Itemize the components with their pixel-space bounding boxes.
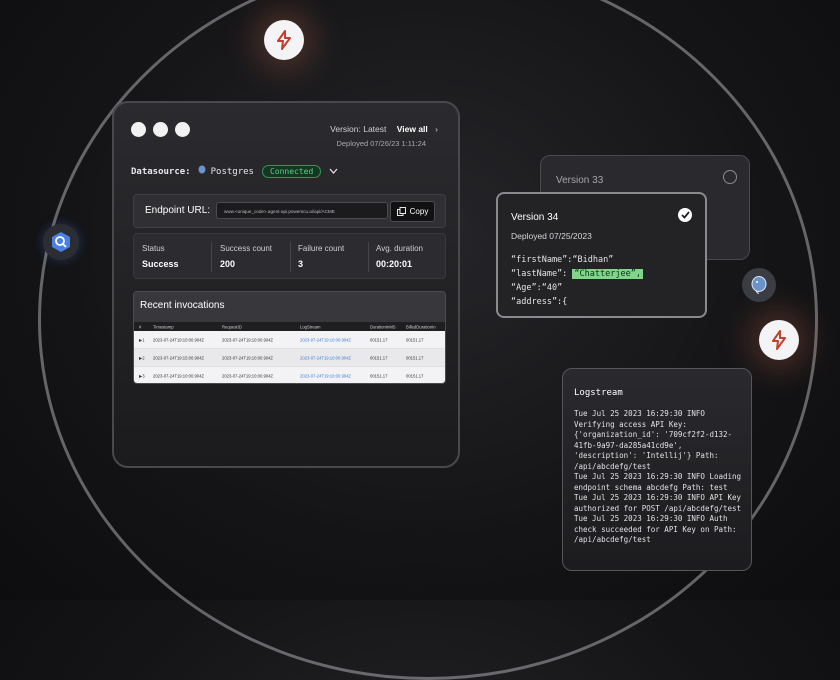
window-dot <box>131 122 146 137</box>
check-icon <box>678 208 692 222</box>
json-line: “address”:{ <box>511 295 643 309</box>
datasource-label: Datasource: <box>131 166 191 177</box>
json-line: “lastName”: “Chatterjee”, <box>511 267 643 281</box>
version-label: Version 34 <box>511 212 559 223</box>
stats-panel: Status Success Success count 200 Failure… <box>133 233 446 279</box>
deployed-timestamp: Deployed 07/26/23 1:11:24 <box>336 139 426 148</box>
cell-timestamp: 2023-07-24T19:10:00.904Z <box>153 337 204 342</box>
cell-timestamp: 2023-07-24T19:15:00.904Z <box>153 355 204 360</box>
version-label: Version 33 <box>556 175 604 186</box>
window-dot <box>175 122 190 137</box>
table-row[interactable]: ▶1 2023-07-24T19:10:00.904Z 2023-07-24T1… <box>134 331 445 349</box>
json-line: “firstName”:“Bidhan” <box>511 253 643 267</box>
column-header: RequestID <box>222 324 242 329</box>
json-value: “Bidhan” <box>572 255 614 265</box>
stat-title: Status <box>142 244 165 253</box>
stat-value: 200 <box>220 259 236 269</box>
cell-duration: 00151.17 <box>370 373 388 378</box>
cell-billed-duration: 00151.17 <box>406 355 424 360</box>
logstream-title: Logstream <box>574 388 623 398</box>
datasource-row: Datasource: Postgres Connected <box>131 165 338 178</box>
divider <box>211 242 212 272</box>
column-header: LogStream <box>300 324 321 329</box>
row-index: 1 <box>142 337 145 342</box>
json-value: “40” <box>541 283 563 293</box>
row-expand[interactable]: ▶2 <box>139 355 145 360</box>
json-preview: “firstName”:“Bidhan” “lastName”: “Chatte… <box>511 253 643 309</box>
cell-request-id: 2023-07-24T19:10:00.904Z <box>222 373 273 378</box>
stat-avg-duration: Avg. duration 00:20:01 <box>376 244 423 269</box>
logstream-card: Logstream Tue Jul 25 2023 16:29:30 INFO … <box>562 368 752 571</box>
cell-logstream-link[interactable]: 2023-07-24T19:10:00.904Z <box>300 337 351 342</box>
json-key: “address”:{ <box>511 297 568 307</box>
bolt-icon <box>759 320 799 360</box>
column-header: Timestamp <box>153 324 174 329</box>
table-row[interactable]: ▶2 2023-07-24T19:15:00.904Z 2023-07-24T1… <box>134 349 445 367</box>
json-key: “lastName”: <box>511 269 573 279</box>
recent-invocations-title: Recent invocations <box>140 300 225 311</box>
cell-duration: 00151.17 <box>370 355 388 360</box>
stat-failure-count: Failure count 3 <box>298 244 344 269</box>
cell-logstream-link[interactable]: 2023-07-24T19:10:00.904Z <box>300 355 351 360</box>
endpoint-url-box: Endpoint URL: www.<unique_code>.agent-ap… <box>133 194 446 228</box>
cell-billed-duration: 00151.17 <box>406 337 424 342</box>
chevron-down-icon[interactable] <box>329 167 338 177</box>
stat-value: Success <box>142 259 179 269</box>
row-index: 2 <box>142 355 145 360</box>
stat-title: Failure count <box>298 244 345 253</box>
divider <box>290 242 291 272</box>
table-row[interactable]: ▶3 2023-07-24T19:10:00.904Z 2023-07-24T1… <box>134 367 445 383</box>
cell-logstream-link[interactable]: 2023-07-24T19:10:00.904Z <box>300 373 351 378</box>
version-selector: Version: Latest View all › <box>330 124 438 134</box>
json-line: “Age”:“40” <box>511 281 643 295</box>
row-expand[interactable]: ▶1 <box>139 337 145 342</box>
chevron-right-icon: › <box>435 124 438 134</box>
copy-button[interactable]: Copy <box>390 201 435 222</box>
stat-value: 3 <box>298 259 304 269</box>
endpoint-url-field[interactable]: www.<unique_code>.agent-api.powerscu.ai/… <box>216 202 388 219</box>
json-key: “firstName”: <box>511 255 573 265</box>
endpoint-card: Version: Latest View all › Deployed 07/2… <box>112 101 460 468</box>
stat-status: Status Success <box>142 244 179 269</box>
json-value-highlight: “Chatterjee”, <box>572 269 643 279</box>
cell-billed-duration: 00151.17 <box>406 373 424 378</box>
view-all-link[interactable]: View all <box>397 124 428 134</box>
stat-value: 00:20:01 <box>376 259 413 269</box>
version-34-card[interactable]: Version 34 Deployed 07/25/2023 “firstNam… <box>496 192 707 318</box>
stat-success-count: Success count 200 <box>220 244 272 269</box>
recent-invocations-panel: Recent invocations # Timestamp RequestID… <box>133 291 446 384</box>
postgres-icon <box>197 165 207 178</box>
stat-title: Avg. duration <box>376 244 423 253</box>
column-header: # <box>139 324 142 329</box>
logstream-text: Tue Jul 25 2023 16:29:30 INFO Verifying … <box>574 409 742 544</box>
invocations-table: # Timestamp RequestID LogStream Duration… <box>134 322 445 383</box>
postgres-icon <box>742 268 776 302</box>
row-index: 3 <box>142 373 145 378</box>
json-key: “Age”: <box>511 283 542 293</box>
column-header: BilledDurationIn <box>406 324 436 329</box>
cell-duration: 00151.17 <box>370 337 388 342</box>
divider <box>368 242 369 272</box>
cell-request-id: 2023-07-24T19:10:00.904Z <box>222 337 273 342</box>
cell-timestamp: 2023-07-24T19:10:00.904Z <box>153 373 204 378</box>
row-expand[interactable]: ▶3 <box>139 373 145 378</box>
stat-title: Success count <box>220 244 273 253</box>
bigquery-icon <box>43 224 79 260</box>
window-dot <box>153 122 168 137</box>
connection-status-badge: Connected <box>261 165 322 178</box>
datasource-name: Postgres <box>210 166 254 177</box>
bolt-icon <box>264 20 304 60</box>
column-header: DurationInMS <box>370 324 396 329</box>
endpoint-label: Endpoint URL: <box>145 205 211 216</box>
table-header: # Timestamp RequestID LogStream Duration… <box>134 322 445 331</box>
version-label: Version: Latest <box>330 124 387 134</box>
copy-label: Copy <box>409 207 429 216</box>
version-radio[interactable] <box>723 170 737 184</box>
copy-icon <box>396 207 406 216</box>
cell-request-id: 2023-07-24T19:10:00.904Z <box>222 355 273 360</box>
deployed-date: Deployed 07/25/2023 <box>511 231 592 241</box>
